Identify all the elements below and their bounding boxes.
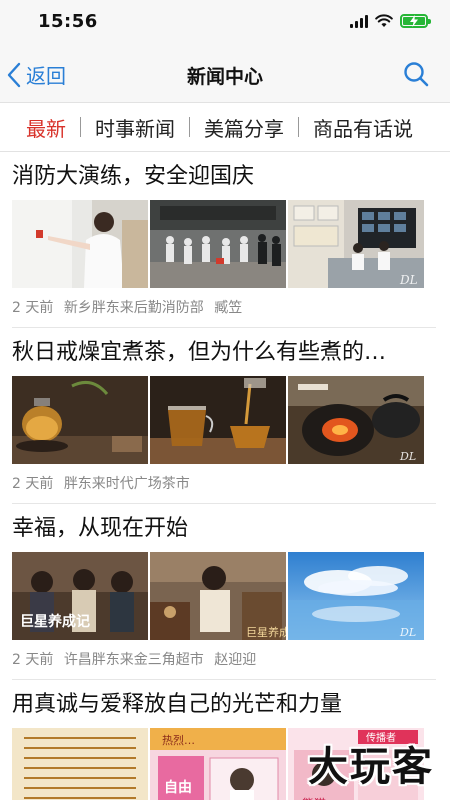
news-feed: 消防大演练，安全迎国庆 DL 2 天前 新乡胖东来后勤消防部 臧笠 秋日戒燥宜煮… [0, 152, 450, 800]
thumbnail-image: DL [288, 552, 424, 640]
movie-title-text: 巨星养成记 [246, 625, 286, 639]
wifi-icon [375, 14, 393, 27]
chevron-left-icon [7, 62, 21, 87]
status-bar: 15:56 [0, 0, 450, 46]
article-meta: 2 天前 新乡胖东来后勤消防部 臧笠 [12, 288, 436, 328]
article-thumbnails: DL [12, 376, 436, 464]
article-author: 赵迎迎 [214, 652, 257, 668]
article-title: 幸福，从现在开始 [12, 516, 189, 541]
thumbnail-image: DL [288, 376, 424, 464]
article-source: 新乡胖东来后勤消防部 [63, 300, 204, 316]
thumbnail-image: 热烈… 自由 [150, 728, 286, 800]
article-source: 许昌胖东来金三角超市 [63, 652, 204, 668]
category-tabs: 最新 时事新闻 美篇分享 商品有话说 [0, 102, 450, 152]
article-title: 秋日戒燥宜煮茶，但为什么有些煮的… [12, 340, 387, 365]
article-thumbnails: DL [12, 200, 436, 288]
tab-product-talk[interactable]: 商品有话说 [299, 113, 427, 142]
news-article[interactable]: 消防大演练，安全迎国庆 DL 2 天前 新乡胖东来后勤消防部 臧笠 [0, 152, 450, 328]
thumbnail-image: DL [288, 200, 424, 288]
tab-latest[interactable]: 最新 [0, 113, 80, 142]
status-time: 15:56 [38, 11, 98, 32]
movie-title-text: 巨星养成记 [20, 613, 90, 630]
news-article[interactable]: 秋日戒燥宜煮茶，但为什么有些煮的… DL 2 天前 胖东来时代广场茶市 [0, 328, 450, 504]
article-time: 2 天前 [12, 300, 54, 316]
article-thumbnails: 巨星养成记 巨星养成记 [12, 552, 436, 640]
article-meta: 2 天前 胖东来时代广场茶市 [12, 464, 436, 504]
thumbnail-image [150, 376, 286, 464]
tab-meipian-share[interactable]: 美篇分享 [190, 113, 298, 142]
article-meta: 2 天前 许昌胖东来金三角超市 赵迎迎 [12, 640, 436, 680]
watermark-text: DL [399, 626, 416, 639]
watermark-text: DL [399, 273, 418, 287]
article-author: 臧笠 [214, 300, 243, 316]
card-text: 熊猫 [302, 796, 326, 800]
back-button[interactable]: 返回 [6, 60, 66, 89]
article-time: 2 天前 [12, 476, 54, 492]
article-title: 消防大演练，安全迎国庆 [12, 164, 255, 189]
overlay-watermark-logo: 大玩客 [308, 744, 434, 790]
thumbnail-image: 巨星养成记 [150, 552, 286, 640]
thumbnail-image [12, 728, 148, 800]
thumbnail-image: 巨星养成记 [12, 552, 148, 640]
article-time: 2 天前 [12, 652, 54, 668]
card-text: 自由 [164, 779, 192, 796]
article-source: 胖东来时代广场茶市 [63, 476, 190, 492]
card-header-text: 热烈… [162, 733, 195, 747]
thumbnail-image [12, 376, 148, 464]
news-article[interactable]: 幸福，从现在开始 巨星养成记 巨星养成 DL 2 天前 许昌胖东来金三角超市 赵… [0, 504, 450, 680]
cellular-signal-icon [350, 14, 368, 28]
page-title: 新闻中心 [186, 66, 263, 88]
navigation-bar: 返回 新闻中心 [0, 46, 450, 102]
thumbnail-image [12, 200, 148, 288]
article-title: 用真诚与爱释放自己的光芒和力量 [12, 692, 343, 717]
watermark-text: DL [399, 450, 416, 463]
status-icons [350, 14, 431, 28]
thumbnail-image [150, 200, 286, 288]
battery-charging-icon [400, 14, 431, 28]
back-button-label: 返回 [26, 64, 66, 88]
search-icon[interactable] [402, 60, 430, 88]
tab-current-news[interactable]: 时事新闻 [81, 113, 189, 142]
